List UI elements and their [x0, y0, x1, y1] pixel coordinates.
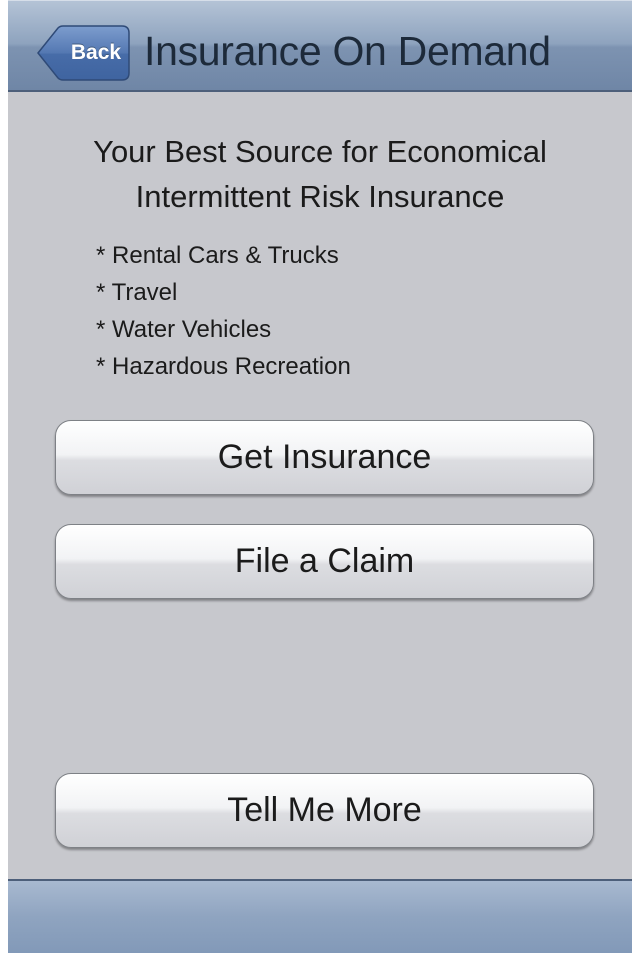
page-title: Insurance On Demand: [144, 28, 551, 74]
feature-list: * Rental Cars & Trucks * Travel * Water …: [96, 237, 351, 385]
file-claim-button[interactable]: File a Claim: [55, 524, 594, 599]
feature-item: * Hazardous Recreation: [96, 353, 351, 380]
navigation-bar: Back Insurance On Demand: [8, 0, 632, 92]
headline-line-2: Intermittent Risk Insurance: [135, 179, 505, 214]
bottom-toolbar: [8, 879, 632, 953]
back-button[interactable]: Back: [36, 25, 130, 81]
tell-me-more-button[interactable]: Tell Me More: [55, 773, 594, 848]
app-screen: Back Insurance On Demand Your Best Sourc…: [8, 0, 632, 953]
feature-item: * Travel: [96, 279, 178, 306]
get-insurance-button[interactable]: Get Insurance: [55, 420, 594, 495]
headline-line-1: Your Best Source for Economical: [93, 134, 547, 169]
feature-item: * Rental Cars & Trucks: [96, 242, 339, 269]
feature-item: * Water Vehicles: [96, 316, 272, 343]
back-button-label: Back: [70, 41, 122, 64]
